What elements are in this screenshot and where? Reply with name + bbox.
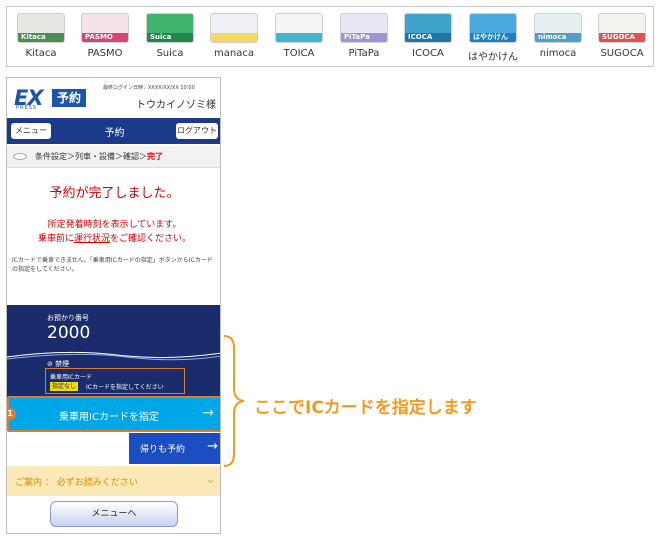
return-reservation-label: 帰りも予約 [140, 445, 186, 455]
app-header: EX 予約 PRESS 最終ログイン日時：XXXX/XX/XX 10:00 トウ… [7, 78, 220, 118]
curly-brace-icon [223, 335, 245, 467]
card-logo-text: Suica [150, 33, 172, 41]
wave-divider [7, 351, 220, 361]
booking-number: 2000 [47, 323, 91, 343]
card-item: Kitaca Kitaca [13, 13, 69, 65]
operation-status-link[interactable]: 運行状況 [74, 234, 110, 244]
ic-card-image: PiTaPa [340, 13, 388, 43]
ic-card-image: ICOCA [404, 13, 452, 43]
card-stripe [276, 33, 322, 42]
callout-text: ここでICカードを指定します [254, 398, 477, 418]
logo-yoyaku-text: 予約 [52, 89, 86, 107]
ic-card-label: 乗車用ICカード [50, 374, 92, 381]
card-logo-text: PASMO [85, 33, 113, 41]
card-item: PASMO PASMO [77, 13, 133, 65]
logout-button[interactable]: ログアウト [176, 123, 218, 139]
ic-status-text: ICカードを指定してください [86, 384, 164, 391]
card-item: nimoca nimoca [530, 13, 586, 65]
return-reservation-button[interactable]: 帰りも予約 → [129, 433, 220, 464]
ic-card-image: Suica [146, 13, 194, 43]
card-stripe [211, 33, 257, 42]
notice-text-after: をご確認ください。 [110, 234, 192, 244]
card-label: SUGOCA [600, 48, 644, 59]
ic-card-image: SUGOCA [598, 13, 646, 43]
card-label: nimoca [539, 48, 577, 59]
booking-panel: お預かり番号 2000 ⊘ 禁煙 乗車用ICカード 指定なし ICカードを指定し… [7, 305, 220, 406]
user-name: トウカイノゾミ様 [136, 100, 216, 111]
ic-card-status-box: 乗車用ICカード 指定なし ICカードを指定してください [45, 368, 185, 394]
phone-screen: EX 予約 PRESS 最終ログイン日時：XXXX/XX/XX 10:00 トウ… [6, 77, 221, 534]
ic-status-badge: 指定なし [50, 382, 79, 391]
arrow-right-icon: → [207, 439, 218, 454]
card-label: Kitaca [25, 48, 57, 59]
ic-card-image: PASMO [81, 13, 129, 43]
nav-bar: メニュー 予約 ログアウト [7, 118, 220, 144]
card-logo-text: Kitaca [21, 33, 46, 41]
card-item: Suica Suica [142, 13, 198, 65]
guide-label: ご案内 ： 必ずお読みください [15, 478, 138, 488]
ic-card-image: nimoca [534, 13, 582, 43]
ic-card-image [275, 13, 323, 43]
ic-card-list: Kitaca Kitaca PASMO PASMO Suica Suica manaca TO… [6, 6, 654, 67]
arrow-right-icon: → [202, 405, 214, 421]
chevron-down-icon: ⌄ [205, 472, 216, 487]
notice-text-before: 乗車前に [37, 234, 74, 244]
ic-card-image: Kitaca [17, 13, 65, 43]
assign-ic-card-button[interactable]: 1 乗車用ICカードを指定 → [7, 396, 220, 432]
breadcrumb-current: 完了 [147, 152, 163, 161]
ic-card-image: はやかけん [469, 13, 517, 43]
card-logo-text: SUGOCA [602, 33, 635, 41]
smoking-label: 禁煙 [55, 360, 70, 368]
card-item: TOICA [271, 13, 327, 65]
card-logo-text: PiTaPa [344, 33, 370, 41]
menu-back-button[interactable]: メニューへ [50, 501, 178, 527]
no-smoking-icon: ⊘ [47, 360, 53, 368]
guide-notice[interactable]: ご案内 ： 必ずお読みください ⌄ [7, 466, 220, 496]
card-label: manaca [214, 48, 254, 59]
booking-number-label: お預かり番号 [47, 314, 89, 322]
card-item: はやかけん はやかけん [465, 13, 521, 65]
logo-press-text: PRESS [16, 105, 37, 111]
card-label: TOICA [283, 48, 315, 59]
ex-press-logo[interactable]: EX 予約 PRESS [14, 86, 94, 112]
page-title: 予約が完了しました。 [49, 186, 180, 201]
last-login-time: 最終ログイン日時：XXXX/XX/XX 10:00 [103, 85, 195, 91]
breadcrumb-prefix: 条件設定＞列車・設備＞確認＞ [35, 152, 147, 161]
card-logo-text: ICOCA [408, 33, 433, 41]
card-item: manaca [206, 13, 262, 65]
card-logo-text: nimoca [538, 33, 567, 41]
breadcrumb: 条件設定＞列車・設備＞確認＞完了 [7, 146, 220, 168]
breadcrumb-steps: 条件設定＞列車・設備＞確認＞完了 [35, 151, 163, 162]
card-logo-text: はやかけん [473, 33, 508, 41]
assign-ic-card-label: 乗車用ICカードを指定 [59, 412, 159, 423]
notice-line-1: 所定発着時刻を表示しています。 [47, 220, 182, 230]
card-item: SUGOCA SUGOCA [594, 13, 650, 65]
notice-line-2: 乗車前に運行状況をご確認ください。 [7, 231, 220, 244]
ic-card-image [210, 13, 258, 43]
card-label: PiTaPa [348, 48, 380, 59]
step-arrow-icon [13, 153, 27, 160]
ic-warning-text: ICカードで乗車できません。「乗車用ICカードの指定」ボタンからICカードの指定… [12, 257, 213, 273]
card-label: Suica [156, 48, 184, 59]
card-label: ICOCA [412, 48, 444, 59]
card-label: はやかけん [468, 52, 518, 63]
card-item: PiTaPa PiTaPa [336, 13, 392, 65]
card-label: PASMO [87, 48, 123, 59]
card-item: ICOCA ICOCA [400, 13, 456, 65]
